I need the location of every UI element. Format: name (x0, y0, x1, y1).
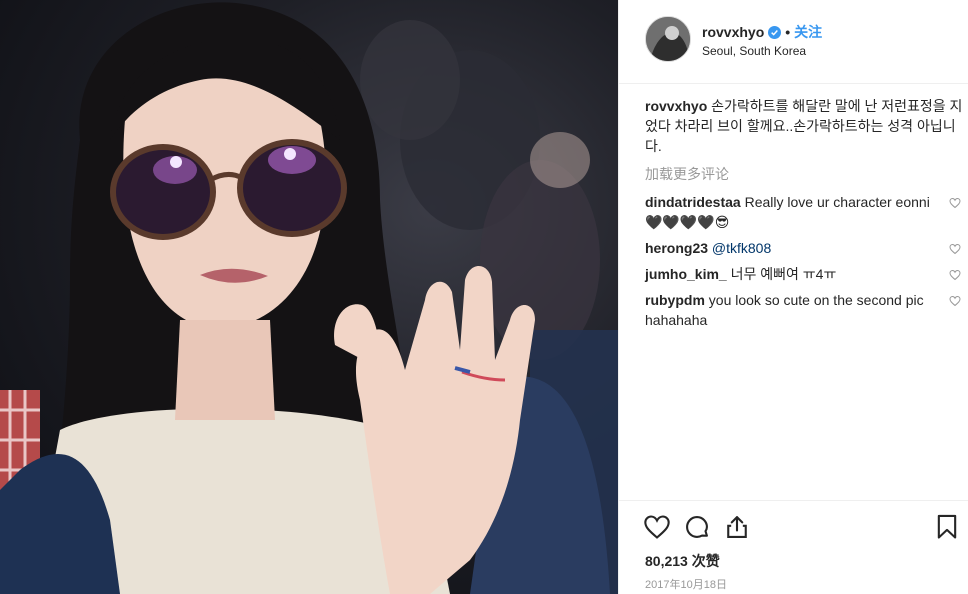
comments-list: rovvxhyo 손가락하트를 해달란 말에 난 저런표정을 지었다 차라리 브… (645, 96, 963, 336)
header-username[interactable]: rovvxhyo (702, 24, 764, 40)
caption-username[interactable]: rovvxhyo (645, 98, 707, 114)
comment-item: jumho_kim_ 너무 예뻐여 ㅠ4ㅠ (645, 264, 963, 284)
load-more-comments-button[interactable]: 加载更多评论 (645, 164, 963, 184)
comment-item: dindatridestaa Really love ur character … (645, 192, 963, 232)
avatar-image (646, 17, 690, 61)
comment-username[interactable]: rubypdm (645, 292, 705, 308)
likes-count[interactable]: 80,213 次赞 (645, 551, 720, 571)
comment-username[interactable]: herong23 (645, 240, 708, 256)
comment-username[interactable]: dindatridestaa (645, 194, 741, 210)
header-separator: • (785, 24, 791, 40)
avatar[interactable] (645, 16, 691, 62)
comment-like-heart-icon[interactable] (949, 295, 961, 307)
post-actions-panel: 80,213 次赞 2017年10月18日 (619, 500, 968, 591)
action-bar (643, 513, 963, 543)
post-date: 2017年10月18日 (645, 579, 727, 591)
comment-icon[interactable] (683, 513, 711, 541)
location-link[interactable]: Seoul, South Korea (702, 44, 806, 58)
comment-username[interactable]: jumho_kim_ (645, 266, 727, 282)
caption: rovvxhyo 손가락하트를 해달란 말에 난 저런표정을 지었다 차라리 브… (645, 96, 963, 156)
comment-item: herong23 @tkfk808 (645, 238, 963, 258)
comment-item: rubypdm you look so cute on the second p… (645, 290, 963, 330)
post-sidebar: rovvxhyo • 关注 Seoul, South Korea rovvxhy… (618, 0, 968, 594)
comment-like-heart-icon[interactable] (949, 269, 961, 281)
likes-number: 80,213 (645, 553, 688, 569)
comment-text: 너무 예뻐여 ㅠ4ㅠ (730, 266, 837, 282)
verified-badge-icon (768, 25, 782, 39)
likes-label: 次赞 (691, 553, 720, 569)
instagram-post: rovvxhyo • 关注 Seoul, South Korea rovvxhy… (0, 0, 968, 594)
heart-icon[interactable] (643, 513, 671, 541)
post-header: rovvxhyo • 关注 Seoul, South Korea (619, 0, 968, 84)
comment-mention-link[interactable]: @tkfk808 (712, 240, 771, 256)
comment-like-heart-icon[interactable] (949, 243, 961, 255)
photo-illustration (0, 2, 618, 594)
follow-button[interactable]: 关注 (794, 22, 822, 42)
share-icon[interactable] (723, 513, 751, 541)
header-user-line: rovvxhyo • 关注 (702, 22, 822, 42)
bookmark-icon[interactable] (933, 513, 961, 541)
post-photo[interactable] (0, 0, 618, 594)
comment-like-heart-icon[interactable] (949, 197, 961, 209)
